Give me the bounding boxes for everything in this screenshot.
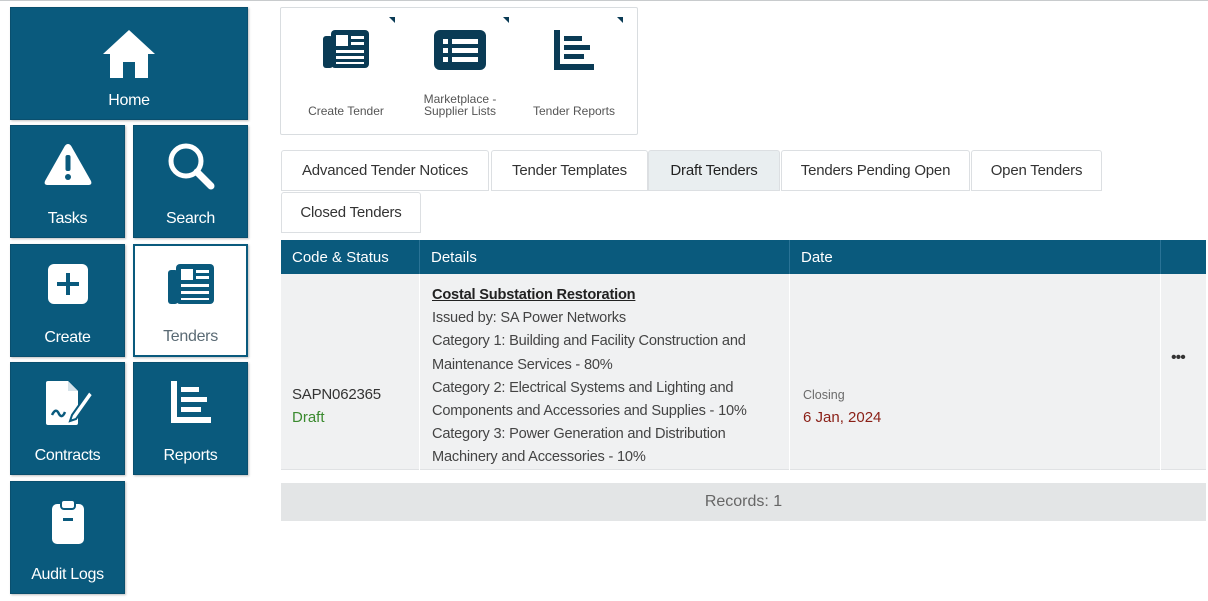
dropdown-corner-icon bbox=[389, 17, 395, 23]
details-line: Machinery and Accessories - 10% bbox=[432, 449, 646, 466]
signed-document-icon bbox=[11, 379, 124, 427]
nav-tile-label: Tenders bbox=[163, 328, 218, 345]
bar-list-icon bbox=[134, 379, 247, 425]
warning-triangle-icon bbox=[11, 142, 124, 188]
tab-closed-tenders[interactable]: Closed Tenders bbox=[281, 192, 421, 233]
tab-draft-tenders[interactable]: Draft Tenders bbox=[648, 150, 780, 191]
closing-date: 6 Jan, 2024 bbox=[803, 409, 882, 426]
top-border bbox=[0, 0, 1208, 1]
quick-actions-panel: Create Tender Marketplace - Supplier Lis… bbox=[280, 7, 638, 135]
details-line: Maintenance Services - 80% bbox=[432, 356, 613, 373]
column-header-actions bbox=[1161, 240, 1206, 274]
nav-tile-label: Reports bbox=[163, 447, 218, 464]
dropdown-corner-icon bbox=[503, 17, 509, 23]
date-caption: Closing bbox=[803, 388, 845, 402]
magnifier-icon bbox=[134, 142, 247, 190]
more-options-icon[interactable]: ••• bbox=[1171, 349, 1186, 367]
table-header: Code & Status Details Date bbox=[281, 240, 1206, 274]
create-tender-label: Create Tender bbox=[308, 104, 384, 118]
clipboard-icon bbox=[11, 498, 124, 546]
column-header-details[interactable]: Details bbox=[420, 240, 790, 274]
nav-tile-create[interactable]: Create bbox=[10, 244, 125, 357]
tender-reports-label: Tender Reports bbox=[532, 104, 616, 118]
create-tender-button[interactable]: Create Tender bbox=[289, 8, 403, 134]
marketplace-label: Marketplace - Supplier Lists bbox=[403, 93, 517, 117]
nav-tile-contracts[interactable]: Contracts bbox=[10, 362, 125, 475]
marketplace-supplier-lists-button[interactable]: Marketplace - Supplier Lists bbox=[403, 8, 517, 134]
nav-tile-label: Search bbox=[166, 210, 215, 227]
nav-tile-label: Tasks bbox=[47, 210, 88, 227]
bar-list-icon bbox=[517, 28, 631, 72]
status-badge: Draft bbox=[292, 409, 325, 426]
nav-tile-label: Create bbox=[44, 329, 91, 346]
list-icon bbox=[403, 28, 517, 72]
tab-tender-templates[interactable]: Tender Templates bbox=[491, 150, 648, 191]
tab-open-tenders[interactable]: Open Tenders bbox=[971, 150, 1102, 191]
details-block: Costal Substation Restoration Issued by:… bbox=[432, 284, 784, 470]
newspaper-icon bbox=[135, 262, 246, 308]
nav-tile-label: Audit Logs bbox=[31, 566, 104, 583]
table-row: SAPN062365 Draft Costal Substation Resto… bbox=[281, 274, 1206, 470]
details-issued-by: Issued by: SA Power Networks bbox=[432, 310, 626, 327]
newspaper-icon bbox=[289, 28, 403, 72]
tender-title-link[interactable]: Costal Substation Restoration bbox=[432, 284, 784, 307]
nav-tile-reports[interactable]: Reports bbox=[133, 362, 248, 475]
tender-reports-button[interactable]: Tender Reports bbox=[517, 8, 631, 134]
cell-details: Costal Substation Restoration Issued by:… bbox=[420, 274, 790, 470]
nav-tile-audit-logs[interactable]: Audit Logs bbox=[10, 481, 125, 594]
tab-advanced-tender-notices[interactable]: Advanced Tender Notices bbox=[281, 150, 489, 191]
nav-tile-home[interactable]: Home bbox=[10, 7, 248, 120]
column-header-code-status[interactable]: Code & Status bbox=[281, 240, 420, 274]
nav-tile-tenders[interactable]: Tenders bbox=[133, 244, 248, 357]
dropdown-corner-icon bbox=[617, 17, 623, 23]
tender-code: SAPN062365 bbox=[292, 386, 381, 403]
records-count: Records: 1 bbox=[281, 483, 1206, 521]
cell-date: Closing 6 Jan, 2024 bbox=[790, 274, 1161, 470]
nav-tile-label: Home bbox=[108, 92, 150, 109]
cell-code-status: SAPN062365 Draft bbox=[281, 274, 420, 470]
cell-actions: ••• bbox=[1161, 274, 1206, 470]
nav-tile-label: Contracts bbox=[34, 447, 101, 464]
tenders-table: Code & Status Details Date SAPN062365 Dr… bbox=[281, 240, 1206, 470]
home-icon bbox=[11, 28, 247, 80]
details-line: Category 1: Building and Facility Constr… bbox=[432, 333, 746, 350]
tab-tenders-pending-open[interactable]: Tenders Pending Open bbox=[781, 150, 970, 191]
details-line: Components and Accessories and Supplies … bbox=[432, 403, 747, 420]
nav-tile-search[interactable]: Search bbox=[133, 125, 248, 238]
column-header-date[interactable]: Date bbox=[790, 240, 1161, 274]
details-line: Category 2: Electrical Systems and Light… bbox=[432, 379, 734, 396]
nav-tile-tasks[interactable]: Tasks bbox=[10, 125, 125, 238]
plus-square-icon bbox=[11, 261, 124, 307]
details-line: Category 3: Power Generation and Distrib… bbox=[432, 426, 726, 443]
marketplace-label-line2: Supplier Lists bbox=[423, 104, 497, 118]
